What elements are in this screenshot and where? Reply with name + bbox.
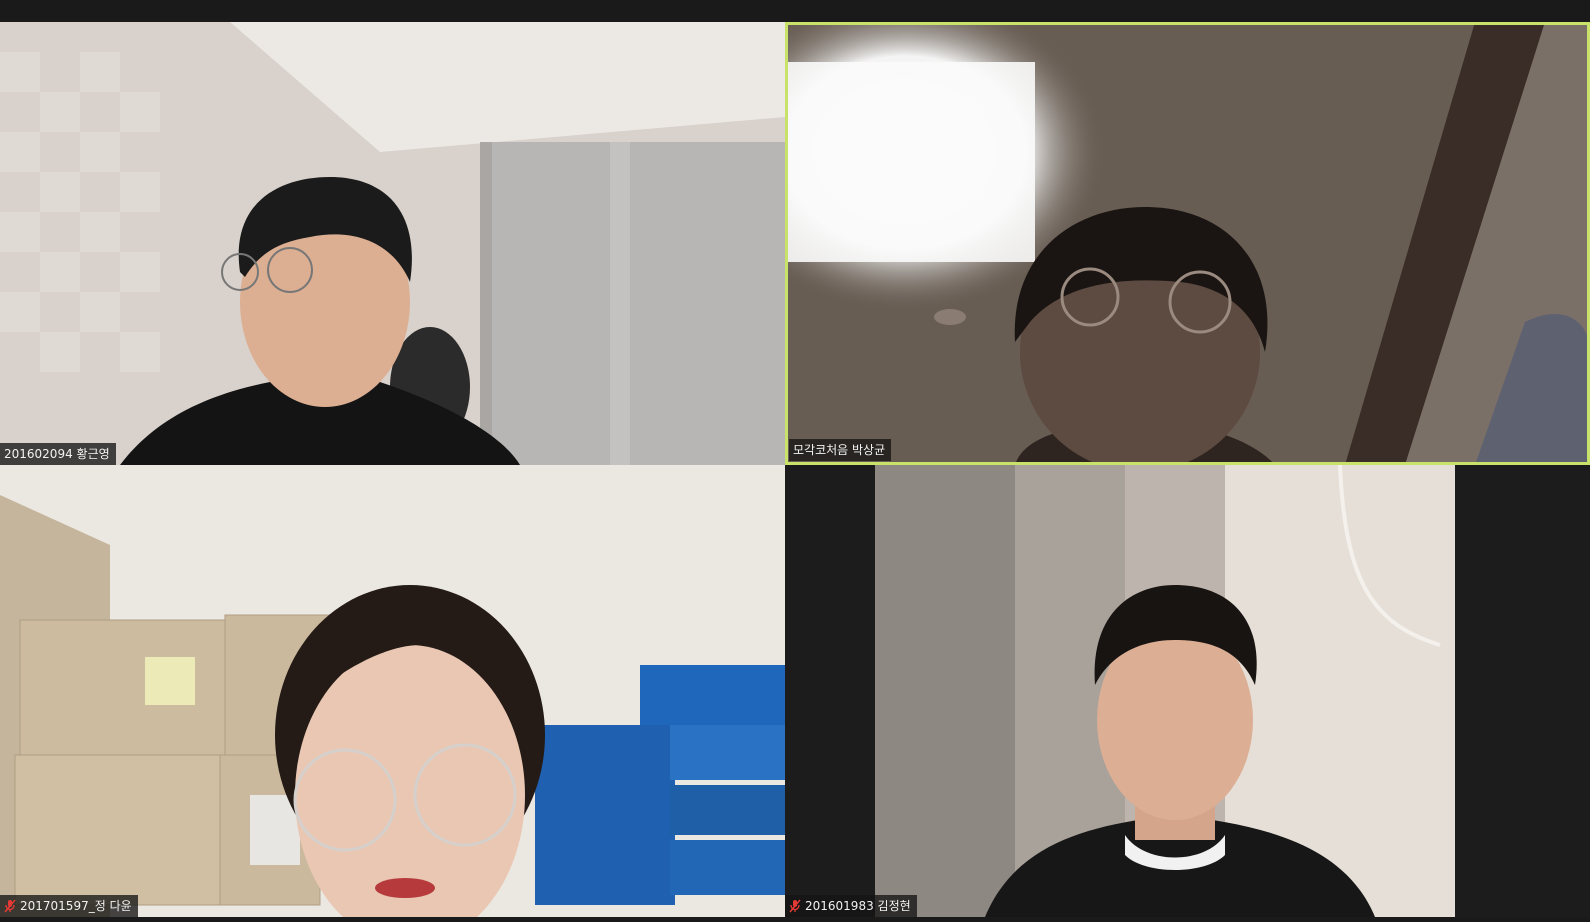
participant-name-label: 201701597_정 다윤 [0,895,138,917]
participant-name: 201701597_정 다윤 [20,899,132,913]
video-tile-2[interactable]: 모각코처음 박상균 [785,22,1590,465]
muted-mic-icon [789,899,801,913]
video-tile-4[interactable]: 201601983 김정현 [785,465,1590,917]
participant-name: 201602094 황근영 [4,447,110,461]
participant-video [0,22,785,465]
participant-video [0,465,785,917]
participant-name: 모각코처음 박상균 [793,443,886,457]
participant-video [785,465,1590,917]
participant-name-label: 모각코처음 박상균 [789,439,892,461]
participant-video [785,22,1590,465]
video-tile-1[interactable]: 201602094 황근영 [0,22,785,465]
participant-name-label: 201602094 황근영 [0,443,116,465]
muted-mic-icon [4,899,16,913]
video-tile-3[interactable]: 201701597_정 다윤 [0,465,785,917]
participant-name: 201601983 김정현 [805,899,911,913]
participant-name-label: 201601983 김정현 [785,895,917,917]
